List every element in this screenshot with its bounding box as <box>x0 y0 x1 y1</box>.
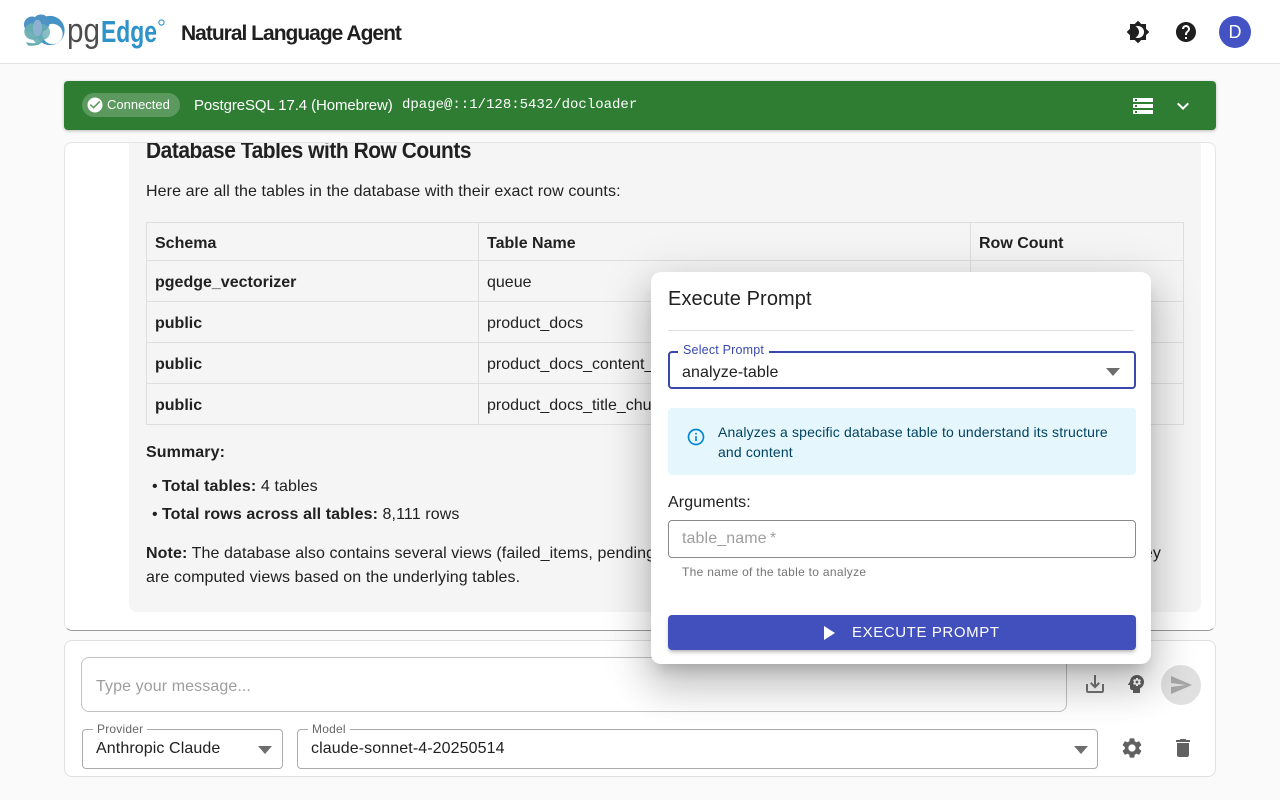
svg-text:Edge: Edge <box>101 14 157 49</box>
svg-text:pg: pg <box>67 14 100 50</box>
